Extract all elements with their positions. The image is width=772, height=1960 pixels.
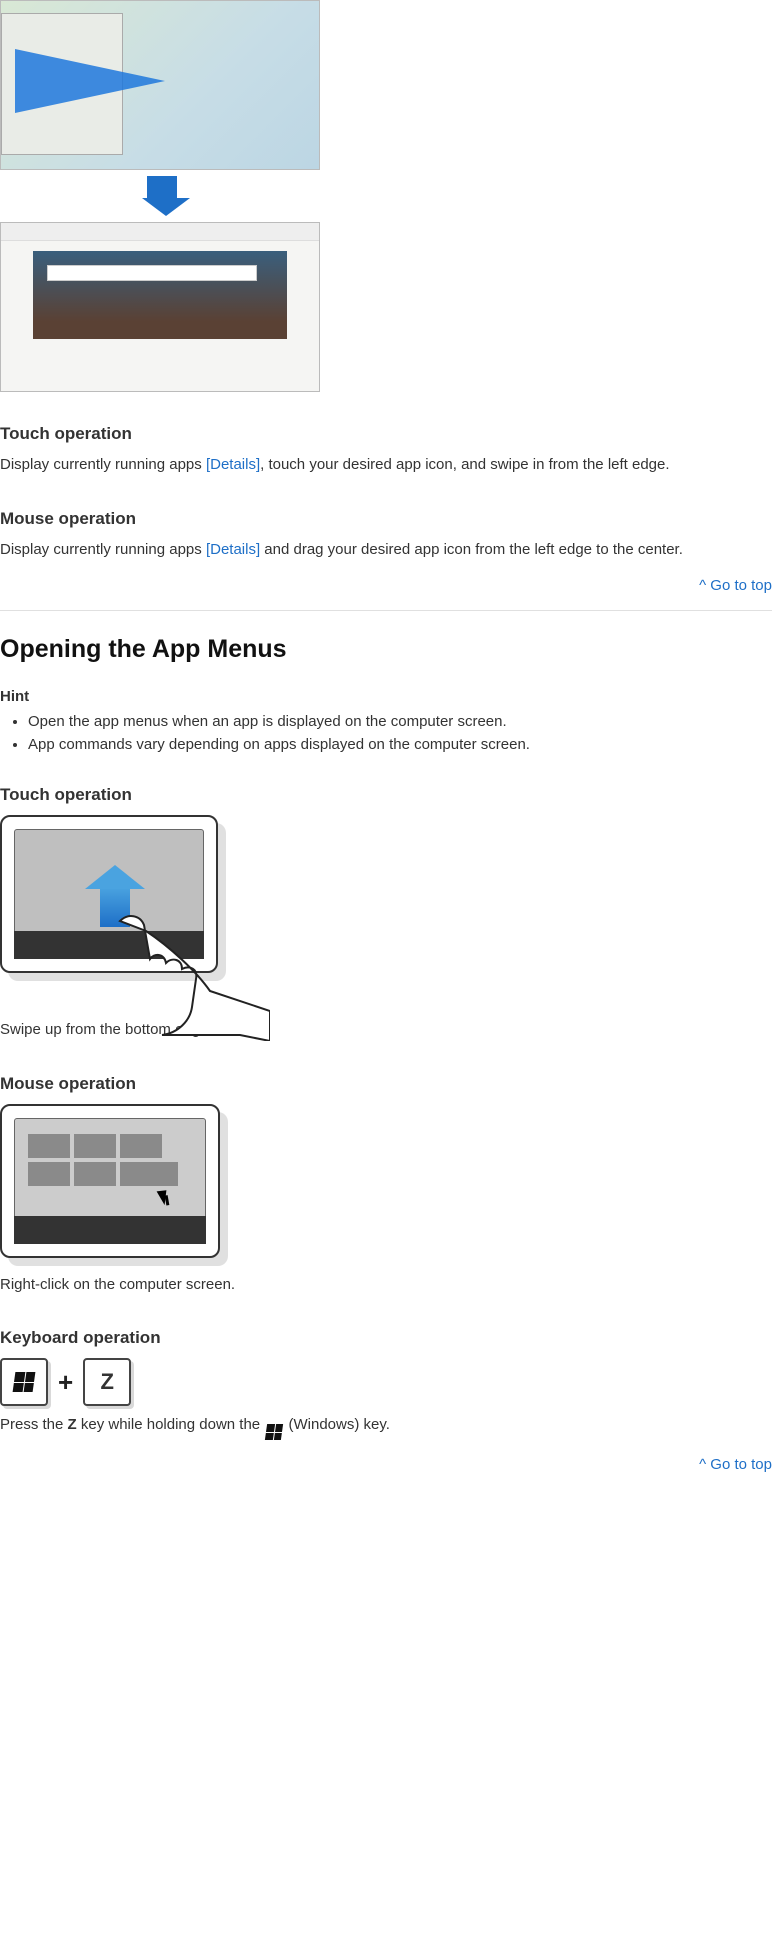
- mouse-operation-heading: Mouse operation: [0, 509, 772, 529]
- details-link[interactable]: [Details]: [206, 541, 260, 558]
- hint-label: Hint: [0, 688, 772, 705]
- text: and drag your desired app icon from the …: [260, 541, 683, 558]
- text: (Windows) key.: [284, 1416, 390, 1433]
- mouse-operation-heading: Mouse operation: [0, 1074, 772, 1094]
- keyboard-shortcut-illustration: + Z: [0, 1358, 772, 1406]
- text: Press the: [0, 1416, 68, 1433]
- mouse-caption: Right-click on the computer screen.: [0, 1274, 772, 1297]
- touch-operation-text: Display currently running apps [Details]…: [0, 454, 772, 477]
- keyboard-caption: Press the Z key while holding down the (…: [0, 1414, 772, 1440]
- bold-key: Z: [68, 1416, 77, 1433]
- divider: [0, 610, 772, 611]
- plus-icon: +: [58, 1367, 73, 1398]
- section-heading-opening-app-menus: Opening the App Menus: [0, 635, 772, 664]
- text: Display currently running apps: [0, 541, 206, 558]
- z-key-icon: Z: [83, 1358, 131, 1406]
- swipe-up-illustration: [0, 815, 232, 1013]
- details-link[interactable]: [Details]: [206, 456, 260, 473]
- switch-apps-illustration: [0, 0, 324, 392]
- screenshot-map: [0, 0, 320, 170]
- right-click-illustration: [0, 1104, 232, 1268]
- text: , touch your desired app icon, and swipe…: [260, 456, 669, 473]
- touch-operation-heading: Touch operation: [0, 785, 772, 805]
- hint-item: Open the app menus when an app is displa…: [28, 713, 772, 730]
- windows-logo-icon: [265, 1424, 283, 1440]
- go-to-top-link[interactable]: ^ Go to top: [699, 1456, 772, 1473]
- go-to-top-link[interactable]: ^ Go to top: [699, 577, 772, 594]
- keyboard-operation-heading: Keyboard operation: [0, 1328, 772, 1348]
- text: Display currently running apps: [0, 456, 206, 473]
- screenshot-bing: [0, 222, 320, 392]
- touch-operation-heading: Touch operation: [0, 424, 772, 444]
- mouse-operation-text: Display currently running apps [Details]…: [0, 539, 772, 562]
- hint-list: Open the app menus when an app is displa…: [0, 713, 772, 753]
- arrow-right-icon: [15, 49, 165, 113]
- text: key while holding down the: [77, 1416, 265, 1433]
- windows-key-icon: [0, 1358, 48, 1406]
- hand-icon: [100, 911, 270, 1041]
- arrow-down-icon: [142, 176, 182, 216]
- hint-item: App commands vary depending on apps disp…: [28, 736, 772, 753]
